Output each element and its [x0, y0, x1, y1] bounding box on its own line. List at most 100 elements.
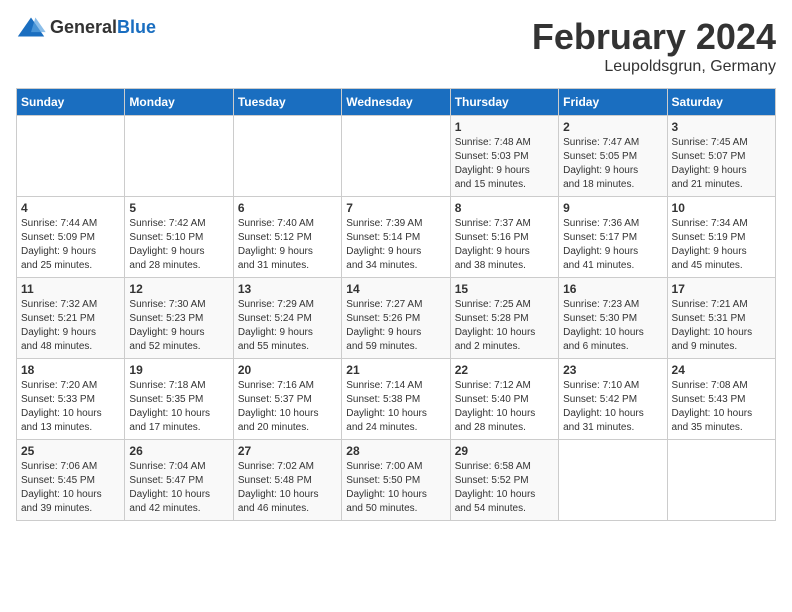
day-number: 12 [129, 282, 228, 296]
header: GeneralBlue February 2024 Leupoldsgrun, … [16, 16, 776, 76]
day-info: Sunrise: 7:45 AM Sunset: 5:07 PM Dayligh… [672, 136, 771, 192]
main-title: February 2024 [532, 16, 776, 58]
day-number: 3 [672, 120, 771, 134]
title-area: February 2024 Leupoldsgrun, Germany [532, 16, 776, 76]
day-info: Sunrise: 7:04 AM Sunset: 5:47 PM Dayligh… [129, 460, 228, 516]
day-number: 27 [238, 444, 337, 458]
calendar-cell: 3 Sunrise: 7:45 AM Sunset: 5:07 PM Daylig… [667, 116, 775, 197]
calendar-cell: 6Sunrise: 7:40 AM Sunset: 5:12 PM Daylig… [233, 197, 341, 278]
calendar-cell: 16 Sunrise: 7:23 AM Sunset: 5:30 PM Dayli… [559, 278, 667, 359]
calendar-cell: 25 Sunrise: 7:06 AM Sunset: 5:45 PM Dayli… [17, 440, 125, 521]
day-number: 11 [21, 282, 120, 296]
day-info: Sunrise: 7:36 AM Sunset: 5:17 PM Dayligh… [563, 217, 662, 273]
calendar-cell: 29Sunrise: 6:58 AM Sunset: 5:52 PM Dayli… [450, 440, 558, 521]
calendar-table: SundayMondayTuesdayWednesdayThursdayFrid… [16, 88, 776, 521]
day-info: Sunrise: 7:23 AM Sunset: 5:30 PM Dayligh… [563, 298, 662, 354]
calendar-cell: 17 Sunrise: 7:21 AM Sunset: 5:31 PM Dayli… [667, 278, 775, 359]
calendar-cell: 14 Sunrise: 7:27 AM Sunset: 5:26 PM Dayli… [342, 278, 450, 359]
calendar-header-row: SundayMondayTuesdayWednesdayThursdayFrid… [17, 89, 776, 116]
logo-blue: Blue [117, 17, 156, 37]
calendar-cell: 4 Sunrise: 7:44 AM Sunset: 5:09 PM Daylig… [17, 197, 125, 278]
calendar-cell [17, 116, 125, 197]
logo-icon [16, 16, 46, 38]
calendar-cell [342, 116, 450, 197]
calendar-cell [667, 440, 775, 521]
calendar-cell [559, 440, 667, 521]
header-cell-monday: Monday [125, 89, 233, 116]
day-info: Sunrise: 7:27 AM Sunset: 5:26 PM Dayligh… [346, 298, 445, 354]
header-cell-wednesday: Wednesday [342, 89, 450, 116]
week-row-2: 4 Sunrise: 7:44 AM Sunset: 5:09 PM Daylig… [17, 197, 776, 278]
day-info: Sunrise: 7:44 AM Sunset: 5:09 PM Dayligh… [21, 217, 120, 273]
calendar-cell [233, 116, 341, 197]
day-info: Sunrise: 7:34 AM Sunset: 5:19 PM Dayligh… [672, 217, 771, 273]
day-info: Sunrise: 7:02 AM Sunset: 5:48 PM Dayligh… [238, 460, 337, 516]
day-number: 13 [238, 282, 337, 296]
day-number: 14 [346, 282, 445, 296]
calendar-cell: 22 Sunrise: 7:12 AM Sunset: 5:40 PM Dayli… [450, 359, 558, 440]
week-row-3: 11 Sunrise: 7:32 AM Sunset: 5:21 PM Dayli… [17, 278, 776, 359]
header-cell-saturday: Saturday [667, 89, 775, 116]
day-number: 15 [455, 282, 554, 296]
header-cell-friday: Friday [559, 89, 667, 116]
day-number: 17 [672, 282, 771, 296]
calendar-cell: 1 Sunrise: 7:48 AM Sunset: 5:03 PM Daylig… [450, 116, 558, 197]
day-number: 21 [346, 363, 445, 377]
day-info: Sunrise: 7:29 AM Sunset: 5:24 PM Dayligh… [238, 298, 337, 354]
day-info: Sunrise: 7:18 AM Sunset: 5:35 PM Dayligh… [129, 379, 228, 435]
calendar-cell: 12 Sunrise: 7:30 AM Sunset: 5:23 PM Dayli… [125, 278, 233, 359]
day-info: Sunrise: 7:00 AM Sunset: 5:50 PM Dayligh… [346, 460, 445, 516]
header-cell-sunday: Sunday [17, 89, 125, 116]
day-info: Sunrise: 7:10 AM Sunset: 5:42 PM Dayligh… [563, 379, 662, 435]
calendar-cell: 9Sunrise: 7:36 AM Sunset: 5:17 PM Daylig… [559, 197, 667, 278]
day-info: Sunrise: 7:47 AM Sunset: 5:05 PM Dayligh… [563, 136, 662, 192]
calendar-cell: 2Sunrise: 7:47 AM Sunset: 5:05 PM Daylig… [559, 116, 667, 197]
calendar-cell: 27 Sunrise: 7:02 AM Sunset: 5:48 PM Dayli… [233, 440, 341, 521]
day-info: Sunrise: 7:06 AM Sunset: 5:45 PM Dayligh… [21, 460, 120, 516]
calendar-cell: 26Sunrise: 7:04 AM Sunset: 5:47 PM Dayli… [125, 440, 233, 521]
day-number: 6 [238, 201, 337, 215]
day-number: 5 [129, 201, 228, 215]
logo: GeneralBlue [16, 16, 156, 38]
day-info: Sunrise: 7:30 AM Sunset: 5:23 PM Dayligh… [129, 298, 228, 354]
day-number: 19 [129, 363, 228, 377]
calendar-cell: 8 Sunrise: 7:37 AM Sunset: 5:16 PM Daylig… [450, 197, 558, 278]
calendar-cell: 7Sunrise: 7:39 AM Sunset: 5:14 PM Daylig… [342, 197, 450, 278]
day-number: 10 [672, 201, 771, 215]
calendar-body: 1 Sunrise: 7:48 AM Sunset: 5:03 PM Daylig… [17, 116, 776, 521]
day-info: Sunrise: 7:32 AM Sunset: 5:21 PM Dayligh… [21, 298, 120, 354]
day-info: Sunrise: 7:37 AM Sunset: 5:16 PM Dayligh… [455, 217, 554, 273]
day-info: Sunrise: 7:21 AM Sunset: 5:31 PM Dayligh… [672, 298, 771, 354]
calendar-cell: 20 Sunrise: 7:16 AM Sunset: 5:37 PM Dayli… [233, 359, 341, 440]
day-number: 8 [455, 201, 554, 215]
day-number: 1 [455, 120, 554, 134]
header-cell-thursday: Thursday [450, 89, 558, 116]
day-number: 28 [346, 444, 445, 458]
day-info: Sunrise: 7:39 AM Sunset: 5:14 PM Dayligh… [346, 217, 445, 273]
day-number: 25 [21, 444, 120, 458]
calendar-cell: 11 Sunrise: 7:32 AM Sunset: 5:21 PM Dayli… [17, 278, 125, 359]
week-row-5: 25 Sunrise: 7:06 AM Sunset: 5:45 PM Dayli… [17, 440, 776, 521]
day-info: Sunrise: 7:08 AM Sunset: 5:43 PM Dayligh… [672, 379, 771, 435]
day-number: 23 [563, 363, 662, 377]
day-info: Sunrise: 7:20 AM Sunset: 5:33 PM Dayligh… [21, 379, 120, 435]
day-number: 4 [21, 201, 120, 215]
day-number: 16 [563, 282, 662, 296]
calendar-cell: 18Sunrise: 7:20 AM Sunset: 5:33 PM Dayli… [17, 359, 125, 440]
calendar-cell: 28 Sunrise: 7:00 AM Sunset: 5:50 PM Dayli… [342, 440, 450, 521]
day-number: 24 [672, 363, 771, 377]
calendar-cell: 21Sunrise: 7:14 AM Sunset: 5:38 PM Dayli… [342, 359, 450, 440]
calendar-cell: 19 Sunrise: 7:18 AM Sunset: 5:35 PM Dayli… [125, 359, 233, 440]
day-info: Sunrise: 7:12 AM Sunset: 5:40 PM Dayligh… [455, 379, 554, 435]
calendar-cell: 24 Sunrise: 7:08 AM Sunset: 5:43 PM Dayli… [667, 359, 775, 440]
calendar-cell: 5Sunrise: 7:42 AM Sunset: 5:10 PM Daylig… [125, 197, 233, 278]
header-cell-tuesday: Tuesday [233, 89, 341, 116]
logo-general: General [50, 17, 117, 37]
day-info: Sunrise: 7:16 AM Sunset: 5:37 PM Dayligh… [238, 379, 337, 435]
calendar-cell [125, 116, 233, 197]
calendar-cell: 10 Sunrise: 7:34 AM Sunset: 5:19 PM Dayli… [667, 197, 775, 278]
day-number: 20 [238, 363, 337, 377]
week-row-4: 18Sunrise: 7:20 AM Sunset: 5:33 PM Dayli… [17, 359, 776, 440]
day-number: 22 [455, 363, 554, 377]
day-info: Sunrise: 7:48 AM Sunset: 5:03 PM Dayligh… [455, 136, 554, 192]
